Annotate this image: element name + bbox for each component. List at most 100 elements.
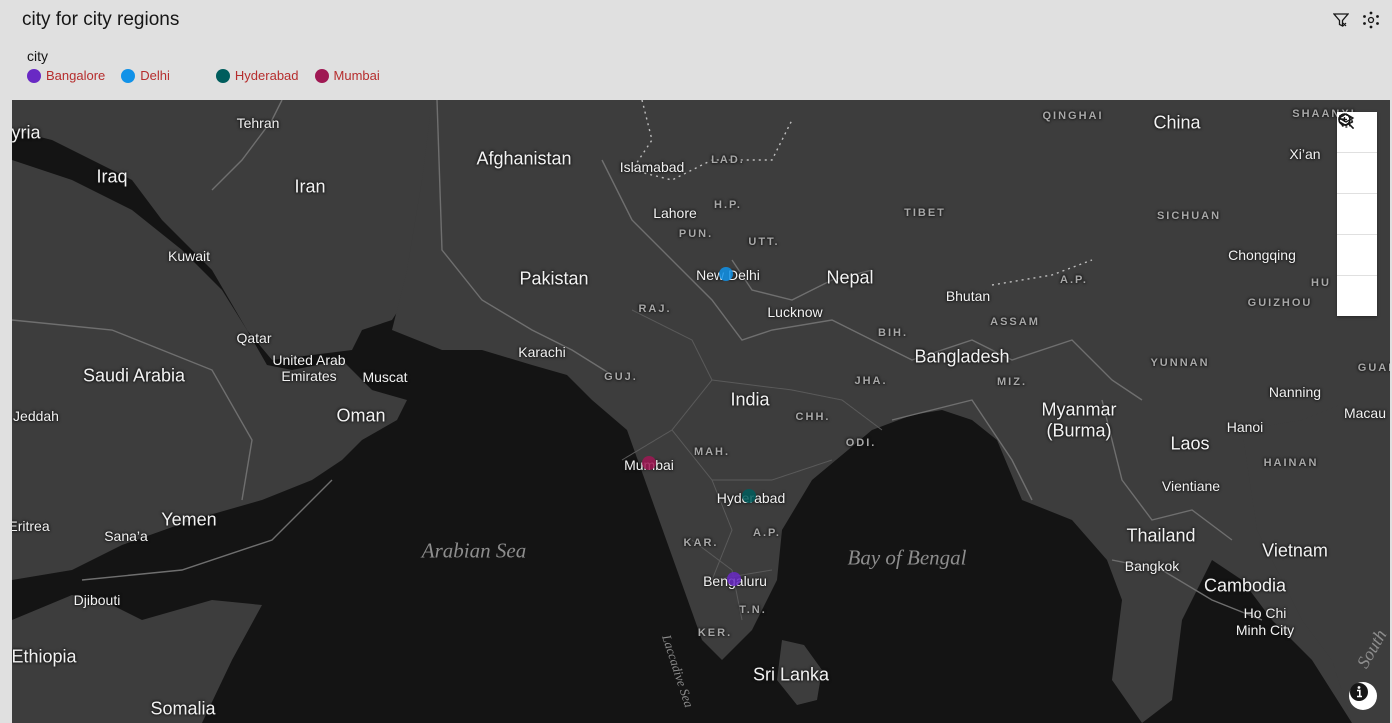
country-label: Nepal (826, 267, 874, 288)
zoom-in-icon[interactable] (1337, 113, 1377, 194)
region-label: MIZ. (997, 376, 1027, 388)
page-title: city for city regions (22, 9, 180, 30)
legend-item-hyderabad[interactable]: Hyderabad (215, 68, 299, 83)
city-label: Lucknow (767, 304, 823, 320)
marker-mumbai[interactable] (642, 456, 656, 470)
legend-item-delhi[interactable]: Delhi (121, 68, 170, 83)
city-label: Muscat (362, 369, 408, 385)
country-label: Saudi Arabia (82, 365, 186, 386)
region-label: YUNNAN (1150, 357, 1210, 369)
city-label: Jeddah (13, 408, 59, 424)
country-label: Bhutan (945, 288, 991, 304)
map-canvas[interactable]: Afghanistan Iraq Iran Pakistan Nepal Sau… (12, 100, 1390, 723)
city-label: Karachi (518, 344, 566, 360)
legend-item-bangalore[interactable]: Bangalore (27, 68, 105, 83)
country-label: Oman (336, 405, 386, 426)
legend-swatch (314, 68, 329, 83)
country-label: Ethiopia (12, 646, 77, 667)
city-label: Xi’an (1289, 146, 1321, 162)
legend-label: Hyderabad (234, 68, 299, 83)
region-label: CHH. (795, 411, 831, 423)
marker-delhi[interactable] (719, 267, 733, 281)
city-label: Chongqing (1228, 247, 1296, 263)
region-label: GUAN (1357, 362, 1390, 374)
country-label: Thailand (1126, 525, 1196, 546)
region-label: GUJ. (604, 371, 638, 383)
city-label: Hanoi (1226, 419, 1264, 435)
city-label: Lahore (653, 205, 697, 221)
legend-label: Bangalore (46, 68, 106, 83)
country-label: Iran (294, 176, 326, 197)
city-label: Kuwait (167, 248, 211, 264)
zoom-out-icon[interactable] (1337, 113, 1377, 235)
legend-item-mumbai[interactable]: Mumbai (314, 68, 380, 83)
sea-label: Arabian Sea (421, 538, 527, 563)
country-label: Qatar (236, 330, 272, 346)
region-label: ODI. (845, 437, 877, 449)
region-label: A.P. (1060, 274, 1088, 286)
region-label: RAJ. (638, 303, 672, 315)
country-label: Cambodia (1203, 575, 1287, 596)
region-label: T.N. (739, 604, 767, 616)
region-label: KAR. (683, 537, 719, 549)
legend-swatch (121, 68, 136, 83)
city-label: Sana’a (104, 528, 148, 544)
legend-swatch (215, 68, 230, 83)
legend-swatch (27, 68, 41, 83)
map-controls (1337, 112, 1377, 316)
legend-label: Delhi (140, 68, 170, 83)
region-label: KER. (697, 627, 733, 639)
country-label: Sri Lanka (752, 664, 830, 685)
country-label: (Burma) (1046, 420, 1112, 441)
city-label: Islamabad (619, 159, 685, 175)
city-label: yria (12, 122, 41, 143)
region-label: BIH. (878, 327, 908, 339)
city-label: Ho Chi (1243, 605, 1287, 621)
country-label: Pakistan (519, 268, 589, 289)
info-icon[interactable] (1349, 682, 1377, 710)
country-label: Laos (1170, 433, 1210, 454)
region-label: HU (1311, 277, 1331, 289)
country-label: India (730, 389, 770, 410)
region-label: TIBET (904, 207, 946, 219)
network-settings-icon[interactable] (1362, 10, 1380, 30)
country-label: Somalia (150, 698, 216, 719)
country-label: Myanmar (1041, 399, 1117, 420)
city-label: Minh City (1235, 622, 1295, 638)
city-label: Bangkok (1124, 558, 1180, 574)
search-icon[interactable] (1337, 113, 1377, 316)
legend-label: Mumbai (333, 68, 380, 83)
country-label: Bangladesh (914, 346, 1010, 367)
country-label: Emirates (281, 368, 337, 384)
country-label: China (1153, 112, 1201, 133)
region-label: H.P. (714, 199, 742, 211)
region-label: GUIZHOU (1247, 297, 1313, 309)
city-label: Nanning (1268, 384, 1322, 400)
region-label: QINGHAI (1042, 110, 1104, 122)
country-label: Vietnam (1262, 540, 1328, 561)
reset-icon[interactable] (1337, 114, 1377, 276)
city-label: Djibouti (73, 592, 121, 608)
city-label: Macau (1343, 405, 1387, 421)
country-label: United Arab (272, 352, 346, 368)
region-label: PUN. (678, 228, 714, 240)
city-label: Eritrea (12, 518, 50, 534)
sea-label: Bay of Bengal (847, 545, 967, 570)
region-label: UTT. (748, 236, 780, 248)
region-label: LAD. (711, 154, 745, 166)
marker-hyderabad[interactable] (742, 489, 756, 503)
region-label: SICHUAN (1156, 210, 1222, 222)
country-label: Afghanistan (476, 148, 572, 169)
region-label: ASSAM (990, 316, 1040, 328)
city-label: Tehran (236, 115, 280, 131)
marker-bangalore[interactable] (727, 572, 741, 586)
region-label: HAINAN (1263, 457, 1319, 469)
region-label: JHA. (854, 375, 888, 387)
country-label: Yemen (161, 509, 217, 530)
filter-icon[interactable] (1332, 10, 1350, 30)
country-label: Iraq (96, 166, 128, 187)
region-label: A.P. (753, 527, 781, 539)
legend-title: city (27, 48, 48, 64)
region-label: MAH. (693, 446, 731, 458)
city-label: Vientiane (1161, 478, 1221, 494)
